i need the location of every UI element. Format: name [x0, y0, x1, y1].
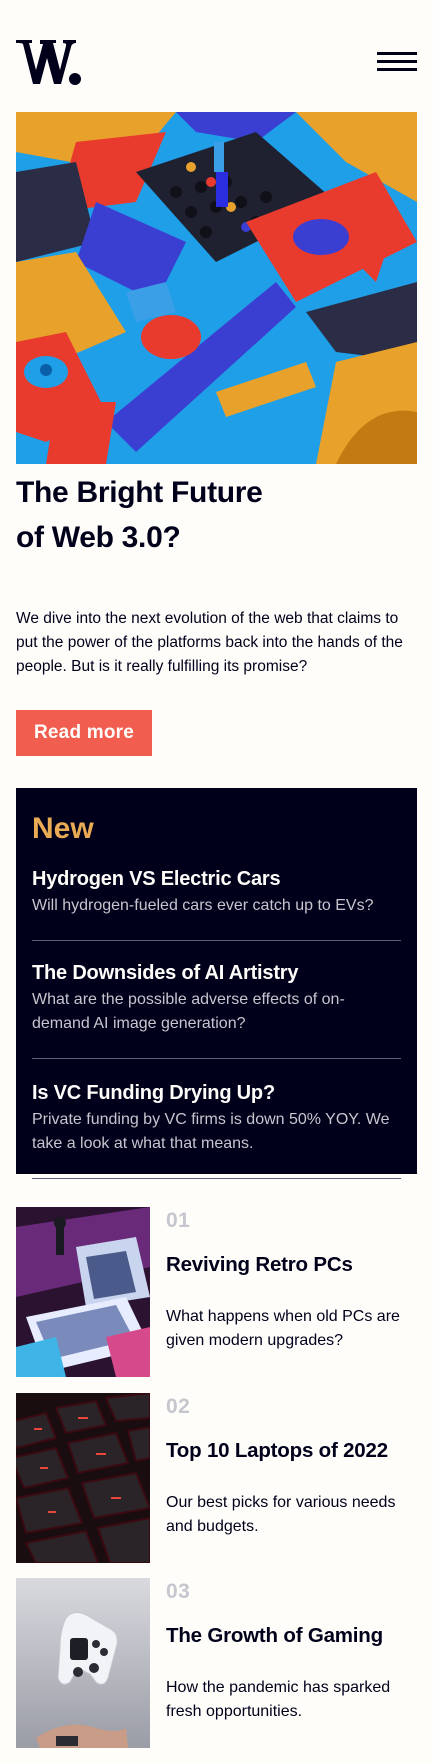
article-title[interactable]: The Growth of Gaming — [166, 1624, 383, 1648]
new-item-description: Will hydrogen-fueled cars ever catch up … — [32, 897, 374, 914]
article-number: 03 — [166, 1580, 191, 1603]
hero-image — [16, 112, 417, 464]
divider — [32, 1178, 401, 1179]
hero-description: We dive into the next evolution of the w… — [16, 610, 403, 675]
laptop-keyboard-image[interactable] — [16, 1393, 150, 1563]
article-number: 02 — [166, 1395, 191, 1418]
new-item[interactable]: Is VC Funding Drying Up? Private funding… — [32, 1080, 401, 1190]
article-title[interactable]: Top 10 Laptops of 2022 — [166, 1439, 388, 1463]
new-item-title[interactable]: Is VC Funding Drying Up? — [32, 1080, 275, 1106]
new-item-description: What are the possible adverse effects of… — [32, 991, 345, 1032]
divider — [32, 940, 401, 941]
read-more-button[interactable]: Read more — [16, 710, 152, 756]
article-item[interactable]: 03 The Growth of Gaming How the pandemic… — [16, 1578, 417, 1748]
new-section: New Hydrogen VS Electric Cars Will hydro… — [16, 788, 417, 1179]
article-description: What happens when old PCs are given mode… — [166, 1308, 400, 1349]
new-item-title[interactable]: Hydrogen VS Electric Cars — [32, 866, 281, 892]
article-description: How the pandemic has sparked fresh oppor… — [166, 1679, 391, 1720]
article-title[interactable]: Reviving Retro PCs — [166, 1253, 353, 1277]
new-section-heading: New — [32, 812, 94, 845]
header — [16, 36, 417, 88]
article-item[interactable]: 01 Reviving Retro PCs What happens when … — [16, 1207, 417, 1377]
new-item[interactable]: The Downsides of AI Artistry What are th… — [32, 960, 401, 1070]
w-logo-icon[interactable] — [16, 36, 82, 88]
divider — [32, 1058, 401, 1059]
article-number: 01 — [166, 1209, 191, 1232]
new-item-description: Private funding by VC firms is down 50% … — [32, 1111, 390, 1152]
new-item-title[interactable]: The Downsides of AI Artistry — [32, 960, 298, 986]
hero-title: The Bright Future of Web 3.0? — [16, 476, 263, 554]
game-controller-image[interactable] — [16, 1578, 150, 1748]
retro-pc-image[interactable] — [16, 1207, 150, 1377]
article-item[interactable]: 02 Top 10 Laptops of 2022 Our best picks… — [16, 1393, 417, 1563]
article-description: Our best picks for various needs and bud… — [166, 1494, 396, 1535]
hamburger-menu-icon[interactable] — [377, 52, 417, 72]
page: The Bright Future of Web 3.0? We dive in… — [0, 0, 433, 1763]
